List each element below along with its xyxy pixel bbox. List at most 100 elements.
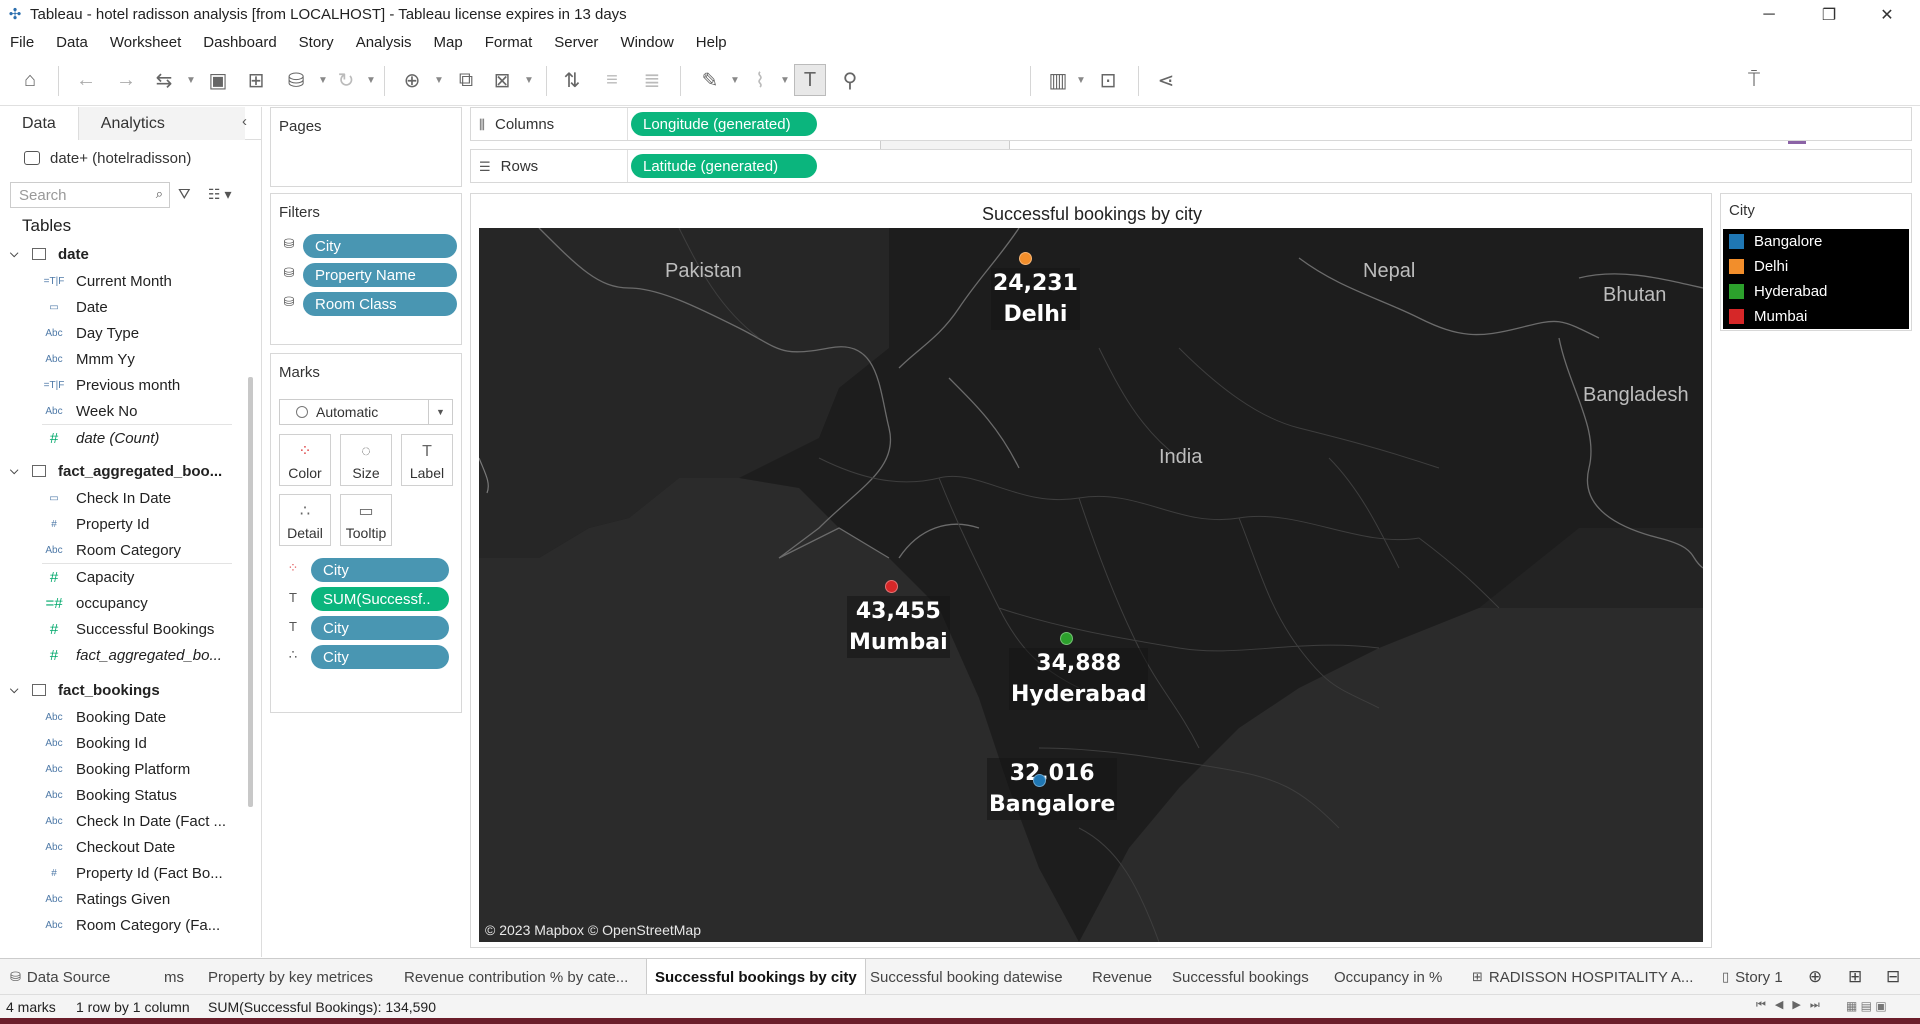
tab-revenue-contribution[interactable]: Revenue contribution % by cate...: [404, 959, 638, 995]
new-story-tab-icon[interactable]: ⊟: [1886, 959, 1900, 995]
replay-icon[interactable]: ⇆: [148, 64, 180, 96]
tab-data-source[interactable]: ⛁ Data Source: [10, 959, 110, 995]
table-fact-aggregated-bookings[interactable]: ⌵ fact_aggregated_boo...: [0, 457, 261, 485]
field-item[interactable]: # Capacity: [0, 564, 261, 590]
swap-rows-columns-icon[interactable]: ⇅: [556, 64, 588, 96]
field-item[interactable]: # date (Count): [0, 425, 261, 451]
map-point-bangalore[interactable]: [1033, 774, 1046, 787]
menu-dashboard[interactable]: Dashboard: [203, 34, 276, 51]
tab-partial[interactable]: ms: [164, 959, 184, 995]
save-icon[interactable]: ▣: [202, 64, 234, 96]
menu-help[interactable]: Help: [696, 34, 727, 51]
field-item[interactable]: ▭ Date: [0, 294, 261, 320]
legend-item-delhi[interactable]: Delhi: [1723, 254, 1909, 279]
legend-item-hyderabad[interactable]: Hyderabad: [1723, 279, 1909, 304]
pages-card[interactable]: Pages: [270, 107, 462, 187]
filter-pill-property-name[interactable]: Property Name: [303, 263, 457, 287]
menu-map[interactable]: Map: [434, 34, 463, 51]
map-canvas[interactable]: Pakistan Nepal Bhutan Bangladesh India ©…: [479, 228, 1703, 942]
field-item[interactable]: # Property Id (Fact Bo...: [0, 860, 261, 886]
menu-data[interactable]: Data: [56, 34, 88, 51]
new-worksheet-dropdown-icon[interactable]: ▼: [432, 64, 446, 96]
marks-pill-color-city[interactable]: City: [311, 558, 449, 582]
menu-window[interactable]: Window: [620, 34, 673, 51]
field-item[interactable]: Abc Ratings Given: [0, 886, 261, 912]
legend-item-mumbai[interactable]: Mumbai: [1723, 304, 1909, 329]
table-fact-bookings[interactable]: ⌵ fact_bookings: [0, 676, 261, 704]
tab-radisson-dashboard[interactable]: ⊞ RADISSON HOSPITALITY A...: [1472, 959, 1696, 995]
field-item[interactable]: # Successful Bookings: [0, 616, 261, 642]
sort-descending-icon[interactable]: ≣: [636, 64, 668, 96]
field-item[interactable]: Abc Week No: [0, 398, 261, 424]
minimize-button[interactable]: ─: [1740, 0, 1798, 29]
field-item[interactable]: Abc Room Category (Fa...: [0, 912, 261, 938]
highlight-icon[interactable]: ✎: [694, 64, 726, 96]
rows-pill-latitude[interactable]: Latitude (generated): [631, 154, 817, 178]
field-item[interactable]: Abc Checkout Date: [0, 834, 261, 860]
field-item[interactable]: # Property Id: [0, 511, 261, 537]
search-input[interactable]: Search ⌕: [10, 182, 170, 208]
field-item[interactable]: Abc Day Type: [0, 320, 261, 346]
pause-dropdown-icon[interactable]: ▼: [316, 64, 330, 96]
tab-successful-bookings[interactable]: Successful bookings: [1172, 959, 1309, 995]
undo-icon[interactable]: ←: [70, 64, 102, 96]
new-datasource-icon[interactable]: ⊞: [240, 64, 272, 96]
tab-successful-booking-datewise[interactable]: Successful booking datewise: [870, 959, 1063, 995]
field-item[interactable]: Abc Check In Date (Fact ...: [0, 808, 261, 834]
tab-story-1[interactable]: ▯ Story 1: [1722, 959, 1783, 995]
data-pane-scrollbar[interactable]: [248, 377, 253, 807]
presentation-mode-icon[interactable]: ⊡: [1092, 64, 1124, 96]
new-worksheet-tab-icon[interactable]: ⊕: [1808, 959, 1822, 995]
mark-type-dropdown[interactable]: Automatic ▼: [279, 399, 453, 425]
show-hide-cards-icon[interactable]: ▥: [1042, 64, 1074, 96]
rows-shelf[interactable]: ☰ Rows Latitude (generated): [470, 149, 1912, 183]
filter-pill-city[interactable]: City: [303, 234, 457, 258]
fix-axes-icon[interactable]: ⚲: [834, 64, 866, 96]
map-point-delhi[interactable]: [1019, 252, 1032, 265]
size-button[interactable]: ◌ Size: [340, 434, 392, 486]
tab-successful-bookings-by-city[interactable]: Successful bookings by city: [646, 959, 866, 995]
map-point-hyderabad[interactable]: [1060, 632, 1073, 645]
columns-shelf[interactable]: ⫼ Columns Longitude (generated): [470, 107, 1912, 141]
label-button[interactable]: T Label: [401, 434, 453, 486]
field-item[interactable]: Abc Mmm Yy: [0, 346, 261, 372]
menu-format[interactable]: Format: [485, 34, 533, 51]
menu-worksheet[interactable]: Worksheet: [110, 34, 181, 51]
menu-analysis[interactable]: Analysis: [356, 34, 412, 51]
menu-file[interactable]: File: [10, 34, 34, 51]
new-dashboard-tab-icon[interactable]: ⊞: [1848, 959, 1862, 995]
clear-dropdown-icon[interactable]: ▼: [522, 64, 536, 96]
filter-icon[interactable]: ⛛: [178, 186, 191, 203]
marks-pill-label-city[interactable]: City: [311, 616, 449, 640]
tooltip-button[interactable]: ▭ Tooltip: [340, 494, 392, 546]
sheet-nav-arrows-icon[interactable]: ⏮◀▶⏭: [1756, 998, 1829, 1012]
field-item[interactable]: =T|F Previous month: [0, 372, 261, 398]
home-icon[interactable]: ⌂: [14, 64, 46, 96]
field-item[interactable]: # fact_aggregated_bo...: [0, 642, 261, 668]
marks-pill-label-sum[interactable]: SUM(Successf..: [311, 587, 449, 611]
sort-ascending-icon[interactable]: ≡: [596, 64, 628, 96]
field-item[interactable]: Abc Booking Date: [0, 704, 261, 730]
color-button[interactable]: ⁘ Color: [279, 434, 331, 486]
map-point-mumbai[interactable]: [885, 580, 898, 593]
menu-server[interactable]: Server: [554, 34, 598, 51]
highlight-dropdown-icon[interactable]: ▼: [728, 64, 742, 96]
duplicate-sheet-icon[interactable]: ⧉: [450, 64, 482, 96]
format-painter-icon[interactable]: ⍑: [1738, 64, 1770, 96]
field-item[interactable]: ▭ Check In Date: [0, 485, 261, 511]
new-worksheet-icon[interactable]: ⊕: [396, 64, 428, 96]
detail-button[interactable]: ∴ Detail: [279, 494, 331, 546]
tab-revenue[interactable]: Revenue: [1092, 959, 1152, 995]
field-item[interactable]: Abc Room Category: [0, 537, 261, 563]
restore-button[interactable]: ❐: [1800, 0, 1858, 29]
collapse-pane-icon[interactable]: ‹: [242, 113, 247, 130]
columns-pill-longitude[interactable]: Longitude (generated): [631, 112, 817, 136]
view-mode-icons[interactable]: ▦ ▤ ▣: [1846, 999, 1887, 1013]
marks-pill-detail-city[interactable]: City: [311, 645, 449, 669]
pause-updates-icon[interactable]: ⛁: [280, 64, 312, 96]
group-members-icon[interactable]: ⌇: [744, 64, 776, 96]
field-item[interactable]: Abc Booking Id: [0, 730, 261, 756]
show-mark-labels-icon[interactable]: T: [794, 64, 826, 96]
tab-analytics[interactable]: Analytics: [78, 107, 245, 140]
filter-pill-room-class[interactable]: Room Class: [303, 292, 457, 316]
